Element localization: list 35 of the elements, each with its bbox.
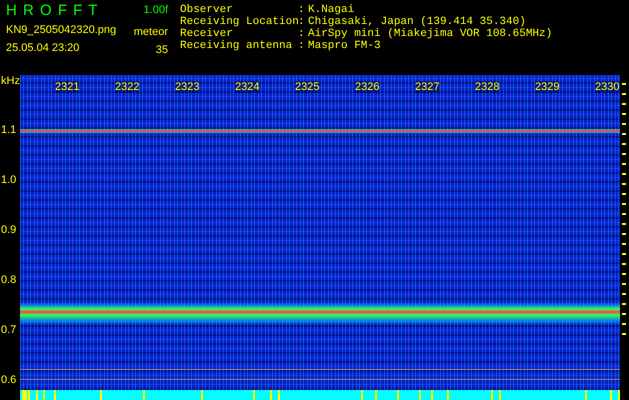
info-label: Receiver [180, 28, 234, 40]
info-separator: : [298, 4, 306, 16]
info-value: K.Nagai [308, 4, 356, 16]
axis-tick-label: 1.0 [1, 174, 16, 186]
time-label: 2323 [175, 81, 200, 93]
axis-unit-label: kHz [1, 75, 20, 87]
axis-tick-label: 0.7 [1, 324, 16, 336]
time-label: 2329 [535, 81, 560, 93]
version-label: 1.00f [144, 3, 168, 18]
info-value: Maspro FM-3 [308, 40, 382, 52]
time-label: 2321 [55, 81, 80, 93]
time-label: 2324 [235, 81, 260, 93]
axis-tick-label: 0.8 [1, 274, 16, 286]
info-separator: : [298, 16, 306, 28]
time-label: 2330 [595, 81, 620, 93]
info-label: Observer [180, 4, 234, 16]
info-separator: : [298, 40, 306, 52]
file-name: KN9_2505042320.png [6, 24, 116, 36]
time-label: 2322 [115, 81, 140, 93]
app-title: H R O F F T [6, 3, 100, 18]
timestamp: 25.05.04 23:20 [6, 42, 80, 54]
info-separator: : [298, 28, 306, 40]
info-label: Receiving Location [180, 16, 298, 28]
info-value: AirSpy mini (Miakejima VOR 108.65MHz) [308, 28, 554, 40]
time-label: 2327 [415, 81, 440, 93]
time-label: 2325 [295, 81, 320, 93]
info-value: Chigasaki, Japan (139.414 35.340) [308, 16, 527, 28]
axis-tick-label: 0.6 [1, 374, 16, 386]
axis-tick-label: 1.1 [1, 124, 16, 136]
info-label: Receiving antenna [180, 40, 294, 52]
count-label: 35 [156, 44, 168, 56]
axis-tick-label: 0.9 [1, 224, 16, 236]
time-label: 2328 [475, 81, 500, 93]
mode-label: meteor [134, 26, 168, 38]
time-label: 2326 [355, 81, 380, 93]
